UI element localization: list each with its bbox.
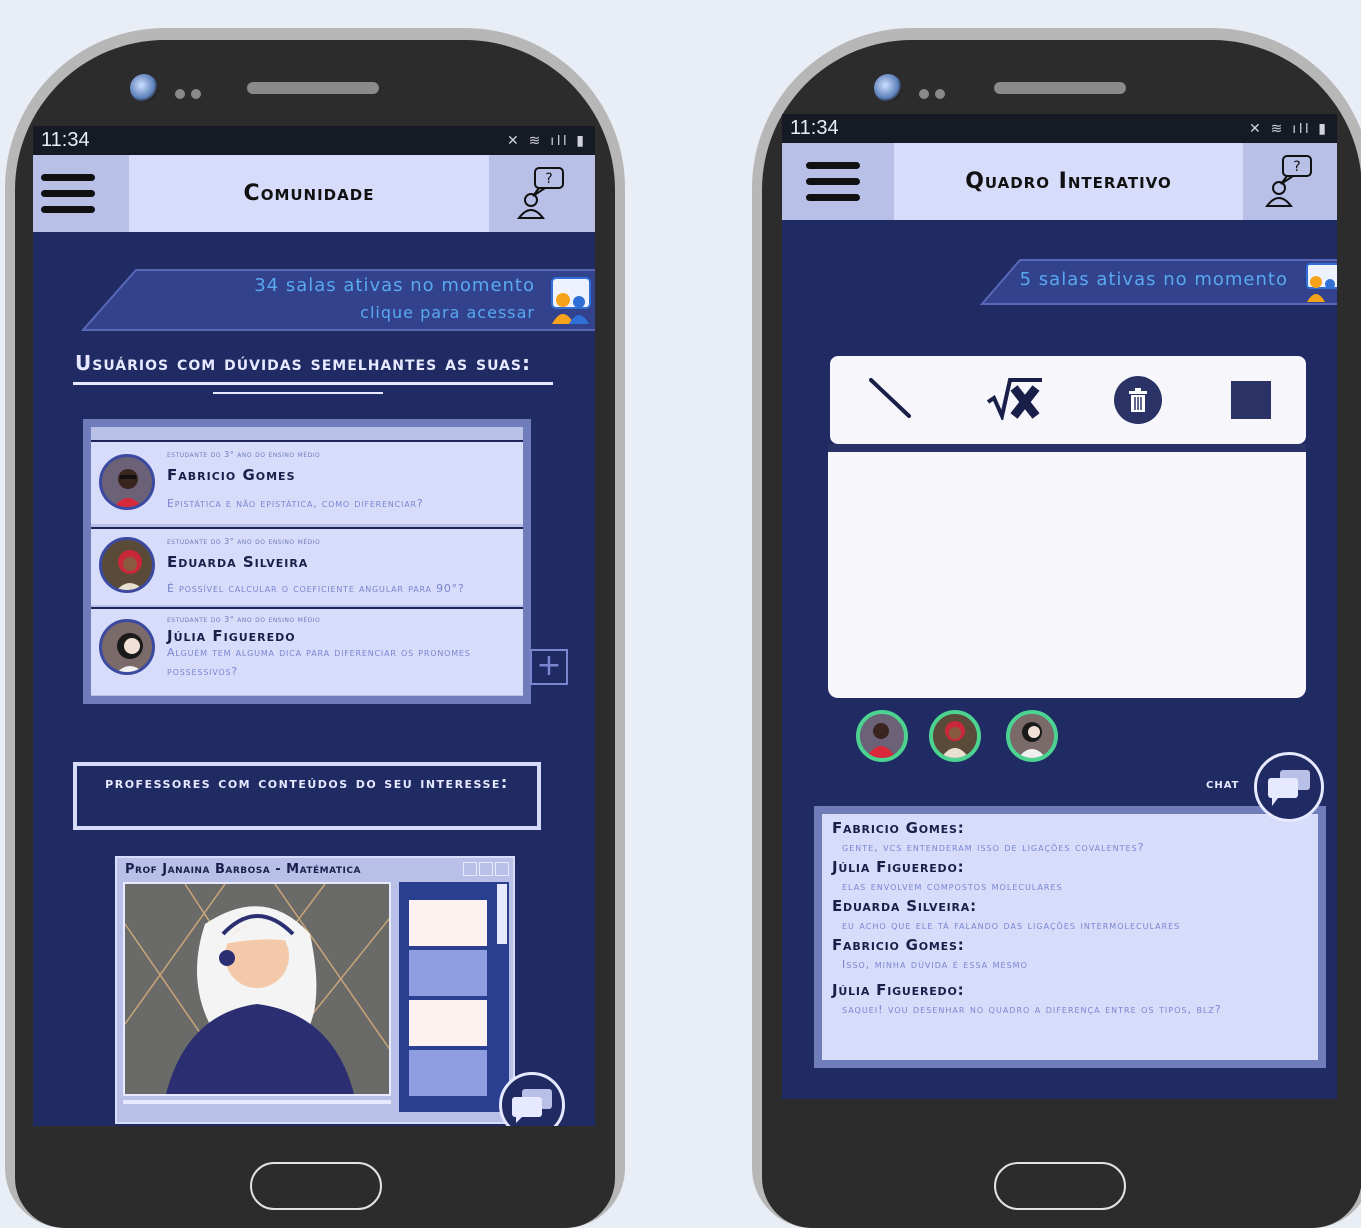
maximize-icon[interactable]: [479, 862, 493, 876]
user-name: Fabricio Gomes: [167, 466, 296, 484]
avatar-julia: [99, 619, 155, 675]
group-rooms-icon: [549, 276, 595, 326]
similar-users-list: estudante do 3° ano do ensino médio Fabr…: [83, 419, 531, 704]
app-bar: Quadro Interativo ?: [782, 143, 1337, 220]
close-icon[interactable]: [495, 862, 509, 876]
chat-icon[interactable]: [499, 1072, 565, 1126]
participant-avatar-julia[interactable]: [1006, 710, 1058, 762]
speaker-grille: [994, 82, 1126, 94]
title-underline: [73, 382, 553, 385]
user-role: estudante do 3° ano do ensino médio: [167, 537, 321, 546]
user-name: Eduarda Silveira: [167, 553, 309, 571]
screen-whiteboard: 11:34 ✕ ≋ ıll ▮ Quadro Interativo ? 5 sa…: [782, 114, 1337, 1099]
banner-line2: clique para acessar: [360, 303, 535, 322]
hamburger-menu-icon[interactable]: [782, 143, 894, 220]
chat-message: Júlia Figueredo: elas envolvem compostos…: [832, 857, 1308, 896]
teachers-section-title: professores com conteúdos do seu interes…: [73, 762, 541, 830]
page-title: Comunidade: [129, 155, 489, 232]
chat-text: elas envolvem compostos moleculares: [842, 880, 1063, 893]
chat-text: eu acho que ele tá falando das ligações …: [842, 919, 1181, 932]
whiteboard-canvas[interactable]: [828, 444, 1306, 698]
speaker-grille: [247, 82, 379, 94]
home-button[interactable]: [994, 1162, 1126, 1210]
video-sidebar: [399, 882, 509, 1112]
chat-text: Isso, minha dúvida é essa mesmo: [842, 958, 1028, 971]
chat-sender: Júlia Figueredo:: [832, 858, 965, 876]
chat-message: Fabricio Gomes: Isso, minha dúvida é ess…: [832, 935, 1308, 974]
camera-icon: [874, 74, 902, 102]
teacher-video-window[interactable]: Prof Janaina Barbosa - Matématica: [115, 856, 515, 1124]
similar-users-title: Usuários com dúvidas semelhantes as suas…: [75, 351, 531, 375]
trash-tool-icon[interactable]: [1113, 376, 1162, 424]
participant-avatar-fabricio[interactable]: [856, 710, 908, 762]
help-question-icon[interactable]: ?: [1243, 143, 1337, 220]
video-frame: [123, 882, 391, 1096]
camera-icon: [130, 74, 158, 102]
status-icons: ✕ ≋ ıll ▮: [507, 132, 587, 148]
svg-text:?: ?: [545, 171, 552, 187]
title-underline-short: [213, 392, 383, 394]
screen-community: 11:34 ✕ ≋ ıll ▮ Comunidade ? 34 salas at…: [33, 126, 595, 1126]
user-question: Alguém tem alguma dica para diferenciar …: [167, 646, 471, 678]
home-button[interactable]: [250, 1162, 382, 1210]
help-question-icon[interactable]: ?: [489, 155, 595, 232]
phone-body: 11:34 ✕ ≋ ıll ▮ Quadro Interativo ? 5 sa…: [762, 40, 1361, 1228]
status-icons: ✕ ≋ ıll ▮: [1249, 120, 1329, 136]
sqrt-x-tool-icon[interactable]: [984, 376, 1044, 424]
status-time: 11:34: [41, 129, 90, 151]
status-bar: 11:34 ✕ ≋ ıll ▮: [782, 114, 1337, 143]
page-title: Quadro Interativo: [894, 143, 1243, 220]
user-role: estudante do 3° ano do ensino médio: [167, 615, 321, 624]
sensor-dots: [919, 84, 953, 99]
whiteboard-toolbar: [830, 356, 1306, 444]
chat-icon[interactable]: [1254, 752, 1324, 822]
participant-avatar-eduarda[interactable]: [929, 710, 981, 762]
active-rooms-banner[interactable]: 34 salas ativas no momento clique para a…: [81, 268, 595, 332]
scrollbar[interactable]: [497, 884, 507, 944]
status-time: 11:34: [790, 117, 839, 139]
shape-tool-icon[interactable]: [1231, 381, 1272, 419]
status-bar: 11:34 ✕ ≋ ıll ▮: [33, 126, 595, 155]
list-item[interactable]: estudante do 3° ano do ensino médio Fabr…: [91, 440, 523, 524]
banner-line1: 5 salas ativas no momento: [1019, 269, 1288, 290]
chat-messages-panel: Fabricio Gomes: gente, vcs entenderam is…: [814, 806, 1326, 1068]
avatar-fabricio: [99, 454, 155, 510]
chat-label: chat: [1206, 776, 1240, 792]
sensor-dots: [175, 84, 209, 99]
phone-frame-whiteboard: 11:34 ✕ ≋ ıll ▮ Quadro Interativo ? 5 sa…: [752, 28, 1361, 1228]
minimize-icon[interactable]: [463, 862, 477, 876]
banner-line1: 34 salas ativas no momento: [254, 275, 535, 296]
user-role: estudante do 3° ano do ensino médio: [167, 450, 321, 459]
list-item[interactable]: estudante do 3° ano do ensino médio Edua…: [91, 527, 523, 605]
group-rooms-icon: [1304, 262, 1337, 302]
phone-body: 11:34 ✕ ≋ ıll ▮ Comunidade ? 34 salas at…: [15, 40, 615, 1228]
list-item[interactable]: estudante do 3° ano do ensino médio Júli…: [91, 607, 523, 695]
active-rooms-banner[interactable]: 5 salas ativas no momento: [980, 258, 1337, 306]
app-bar: Comunidade ?: [33, 155, 595, 232]
window-controls: [463, 862, 509, 876]
chat-text: saquei! vou desenhar no quadro a diferen…: [842, 1003, 1222, 1016]
chat-text: gente, vcs entenderam isso de ligações c…: [842, 841, 1145, 854]
phone-frame-community: 11:34 ✕ ≋ ıll ▮ Comunidade ? 34 salas at…: [5, 28, 625, 1228]
chat-message: Júlia Figueredo: saquei! vou desenhar no…: [832, 980, 1308, 1019]
add-button[interactable]: +: [530, 649, 568, 685]
user-question: Epistática e não epistática, como difere…: [167, 497, 424, 510]
svg-text:?: ?: [1293, 159, 1300, 175]
avatar-eduarda: [99, 537, 155, 593]
video-progress-bar[interactable]: [123, 1100, 391, 1104]
chat-sender: Fabricio Gomes:: [832, 936, 965, 954]
chat-sender: Eduarda Silveira:: [832, 897, 977, 915]
chat-message: Fabricio Gomes: gente, vcs entenderam is…: [832, 818, 1308, 857]
video-title: Prof Janaina Barbosa - Matématica: [125, 862, 361, 877]
chat-sender: Júlia Figueredo:: [832, 981, 965, 999]
chat-sender: Fabricio Gomes:: [832, 819, 965, 837]
user-question: É possível calcular o coeficiente angula…: [167, 582, 465, 595]
pen-tool-icon[interactable]: [865, 376, 915, 424]
hamburger-menu-icon[interactable]: [33, 155, 129, 232]
chat-message: Eduarda Silveira: eu acho que ele tá fal…: [832, 896, 1308, 935]
